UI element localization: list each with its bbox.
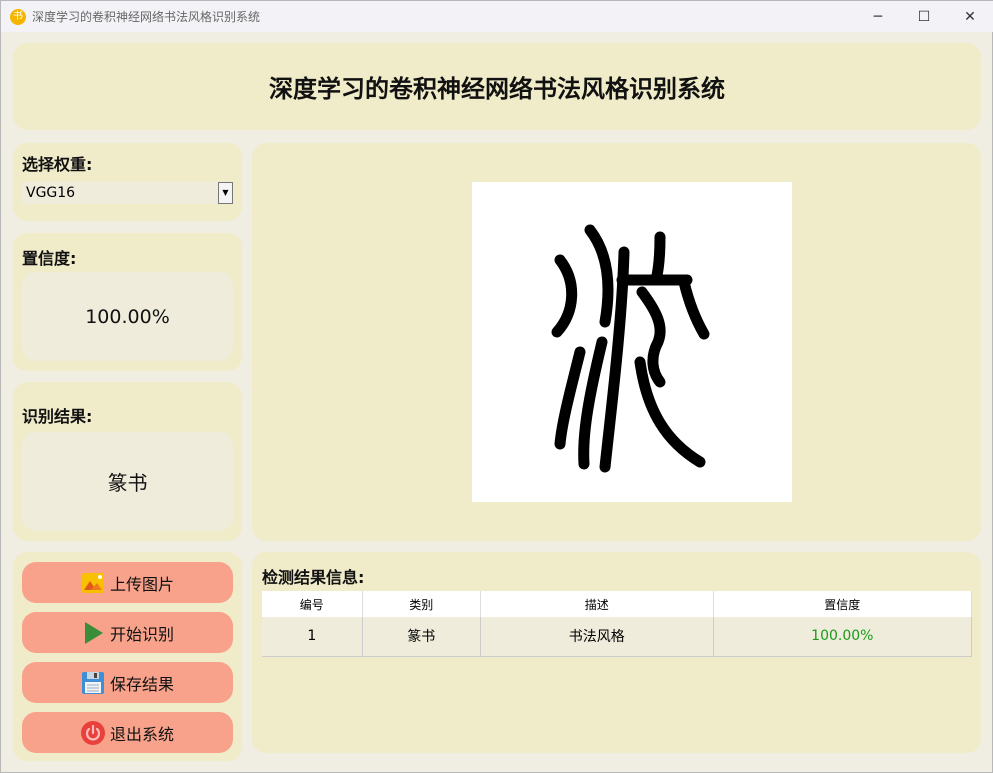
- minimize-button[interactable]: ─: [855, 1, 901, 32]
- result-value: 篆书: [22, 432, 233, 531]
- chevron-down-icon[interactable]: ▼: [218, 182, 233, 204]
- table-row[interactable]: 1 篆书 书法风格 100.00%: [262, 617, 973, 657]
- play-icon: [84, 621, 103, 644]
- result-panel: 识别结果: 篆书: [13, 382, 242, 541]
- confidence-label: 置信度:: [22, 249, 77, 268]
- start-recognition-button[interactable]: 开始识别: [22, 612, 233, 653]
- confidence-value: 100.00%: [22, 272, 233, 361]
- header-panel: 深度学习的卷积神经网络书法风格识别系统: [13, 43, 981, 130]
- weights-panel: 选择权重: VGG16 ▼: [13, 143, 242, 221]
- results-table: 编号 类别 描述 置信度 1 篆书 书法风格 100.00%: [262, 591, 973, 657]
- page-title: 深度学习的卷积神经网络书法风格识别系统: [269, 75, 725, 103]
- start-label: 开始识别: [109, 624, 174, 644]
- save-label: 保存结果: [109, 674, 174, 694]
- col-confidence[interactable]: 置信度: [713, 591, 973, 617]
- exit-system-button[interactable]: 退出系统: [22, 712, 233, 753]
- cell-id: 1: [262, 617, 363, 657]
- table-header: 编号 类别 描述 置信度: [262, 591, 973, 617]
- actions-panel: 上传图片 开始识别 保存结果 退出系统: [13, 552, 242, 761]
- col-desc[interactable]: 描述: [480, 591, 714, 617]
- image-icon: [81, 572, 104, 593]
- upload-image-button[interactable]: 上传图片: [22, 562, 233, 603]
- col-id[interactable]: 编号: [262, 591, 363, 617]
- title-bar: 书 深度学习的卷积神经网络书法风格识别系统 ─ ☐ ✕: [1, 1, 993, 32]
- weights-select[interactable]: VGG16 ▼: [22, 182, 233, 204]
- col-class[interactable]: 类别: [362, 591, 481, 617]
- table-title: 检测结果信息:: [262, 568, 365, 587]
- power-icon: [80, 720, 105, 745]
- save-icon: [81, 671, 104, 694]
- exit-label: 退出系统: [109, 724, 174, 744]
- weights-selected: VGG16: [26, 185, 76, 201]
- image-panel: [252, 143, 981, 541]
- result-label: 识别结果:: [22, 407, 93, 426]
- confidence-panel: 置信度: 100.00%: [13, 233, 242, 371]
- calligraphy-image: [472, 182, 792, 502]
- maximize-button[interactable]: ☐: [901, 1, 947, 32]
- weights-label: 选择权重:: [22, 155, 93, 174]
- results-table-panel: 检测结果信息: 编号 类别 描述 置信度 1 篆书 书法风格 100.00%: [252, 552, 981, 753]
- close-button[interactable]: ✕: [947, 1, 993, 32]
- app-icon: 书: [10, 8, 26, 25]
- cell-desc: 书法风格: [480, 617, 714, 657]
- cell-class: 篆书: [362, 617, 481, 657]
- window-title: 深度学习的卷积神经网络书法风格识别系统: [32, 10, 261, 24]
- cell-confidence: 100.00%: [713, 617, 973, 657]
- upload-label: 上传图片: [109, 574, 174, 594]
- save-result-button[interactable]: 保存结果: [22, 662, 233, 703]
